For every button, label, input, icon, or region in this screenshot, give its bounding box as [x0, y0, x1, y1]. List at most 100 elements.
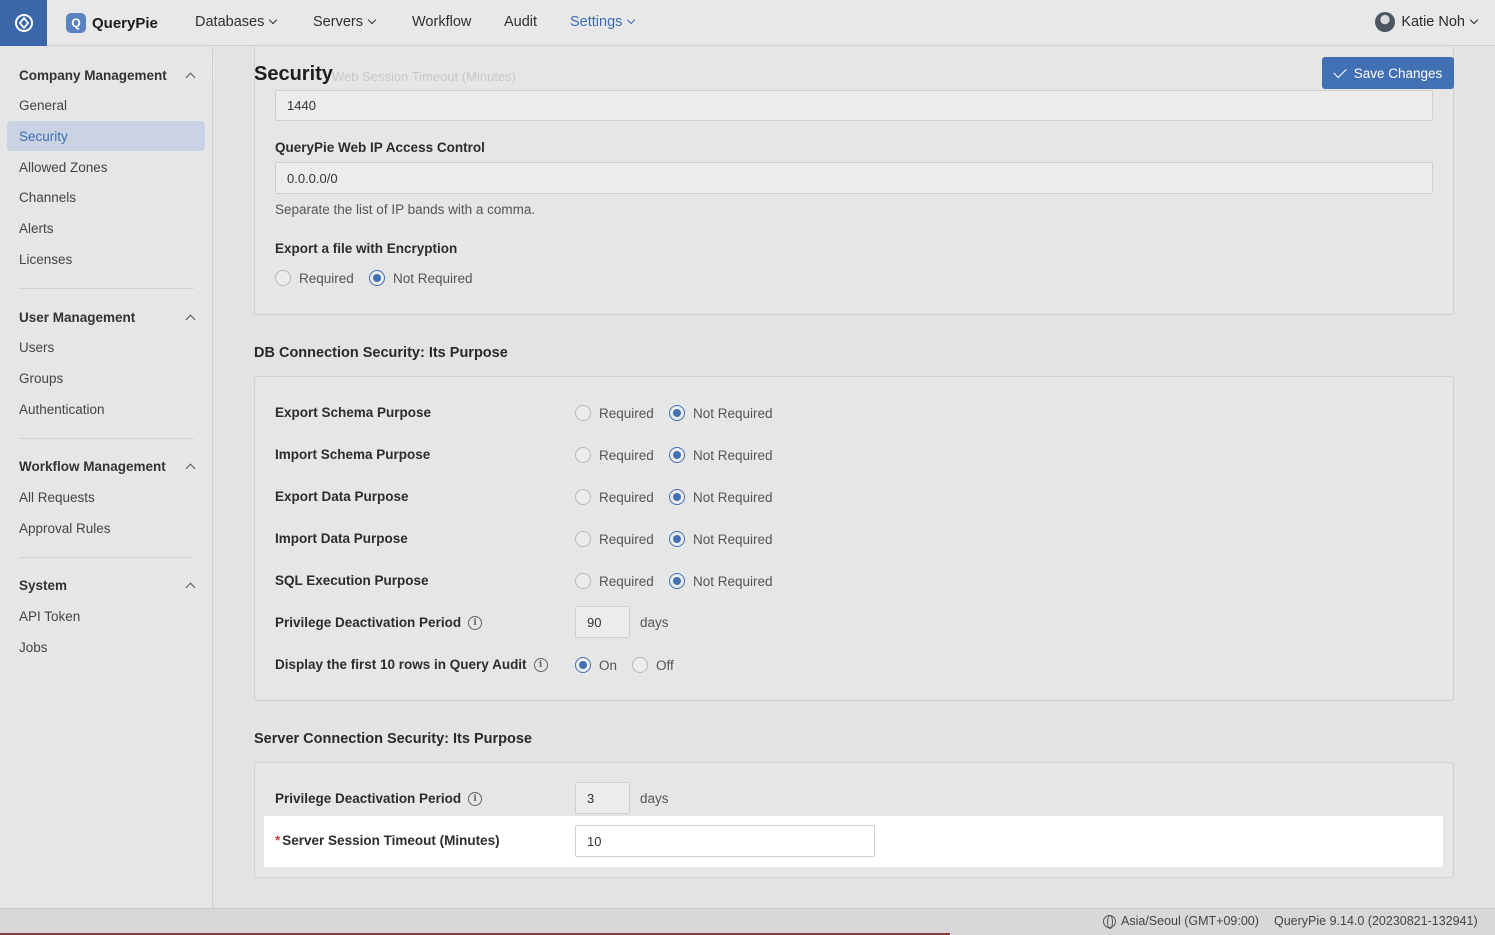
sql-execution-label: SQL Execution Purpose	[275, 573, 429, 588]
chevron-down-icon	[367, 15, 377, 25]
radio-checked-icon	[669, 531, 685, 547]
radio-checked-icon	[669, 489, 685, 505]
sidebar-item-licenses[interactable]: Licenses	[7, 244, 205, 274]
radio-label: Required	[599, 447, 654, 463]
sidebar-section-company[interactable]: Company Management	[19, 68, 196, 83]
ip-access-input[interactable]: 0.0.0.0/0	[275, 162, 1433, 194]
radio-label: Required	[599, 573, 654, 589]
check-icon	[1333, 64, 1347, 78]
querypie-logo-icon: Q	[66, 13, 86, 33]
radio-label: Required	[599, 531, 654, 547]
export-schema-not-required-radio[interactable]: Not Required	[669, 405, 773, 421]
import-data-required-radio[interactable]: Required	[575, 531, 654, 547]
sidebar-item-allowed-zones[interactable]: Allowed Zones	[7, 152, 205, 182]
chevron-down-icon	[269, 15, 278, 25]
radio-label: Not Required	[693, 447, 773, 463]
sidebar-divider	[19, 288, 194, 289]
ip-access-help: Separate the list of IP bands with a com…	[275, 202, 536, 217]
version-text: QueryPie 9.14.0 (20230821-132941)	[1274, 914, 1478, 928]
display-rows-text: Display the first 10 rows in Query Audit	[275, 657, 527, 672]
server-privilege-period-unit: days	[640, 791, 669, 806]
avatar	[1375, 12, 1396, 32]
import-data-label: Import Data Purpose	[275, 531, 408, 546]
required-marker: * Server Session Timeout (Minutes)	[275, 833, 500, 848]
sidebar-section-title: System	[19, 578, 68, 593]
export-schema-required-radio[interactable]: Required	[575, 405, 654, 421]
server-session-timeout-input[interactable]: 10	[575, 825, 875, 857]
sidebar-item-api-token[interactable]: API Token	[7, 601, 205, 631]
sidebar-item-approval-rules[interactable]: Approval Rules	[7, 513, 205, 543]
radio-label: Not Required	[693, 405, 773, 421]
radio-unchecked-icon	[575, 447, 591, 463]
chevron-up-icon	[185, 314, 196, 325]
sidebar-item-security[interactable]: Security	[7, 121, 205, 151]
sidebar-item-general[interactable]: General	[7, 90, 205, 120]
server-privilege-period-text: Privilege Deactivation Period	[275, 791, 462, 806]
radio-label: Required	[599, 489, 654, 505]
sidebar-item-authentication[interactable]: Authentication	[7, 394, 205, 424]
sidebar-section-workflow[interactable]: Workflow Management	[19, 459, 196, 474]
user-menu[interactable]: Katie Noh	[1375, 12, 1479, 32]
sidebar: Company Management General Security Allo…	[0, 47, 213, 908]
radio-label: Not Required	[693, 573, 773, 589]
sidebar-item-channels[interactable]: Channels	[7, 182, 205, 212]
chevron-up-icon	[185, 463, 196, 474]
globe-icon	[1103, 914, 1116, 929]
nav-workflow[interactable]: Workflow	[412, 14, 471, 30]
nav-settings[interactable]: Settings	[570, 14, 636, 30]
export-data-required-radio[interactable]: Required	[575, 489, 654, 505]
chevron-down-icon	[627, 15, 636, 25]
server-privilege-period-label: Privilege Deactivation Period i	[275, 791, 483, 806]
nav-servers[interactable]: Servers	[313, 14, 377, 30]
brand[interactable]: Q QueryPie	[66, 12, 158, 34]
radio-unchecked-icon	[275, 270, 291, 286]
info-icon[interactable]: i	[468, 615, 483, 630]
db-privilege-period-unit: days	[640, 615, 669, 630]
server-session-timeout-text: Server Session Timeout (Minutes)	[282, 833, 500, 848]
import-data-not-required-radio[interactable]: Not Required	[669, 531, 773, 547]
nav-databases[interactable]: Databases	[195, 14, 278, 30]
sidebar-section-system[interactable]: System	[19, 578, 196, 593]
display-rows-on-radio[interactable]: On	[575, 657, 617, 673]
sidebar-section-user[interactable]: User Management	[19, 310, 196, 325]
import-schema-required-radio[interactable]: Required	[575, 447, 654, 463]
home-button[interactable]	[0, 0, 47, 46]
radio-label: On	[599, 657, 618, 673]
nav-databases-label: Databases	[195, 14, 265, 30]
nav-workflow-label: Workflow	[412, 14, 472, 30]
info-icon[interactable]: i	[533, 657, 548, 672]
export-data-label: Export Data Purpose	[275, 489, 409, 504]
server-privilege-period-input[interactable]: 3	[575, 782, 630, 814]
sidebar-item-jobs[interactable]: Jobs	[7, 632, 205, 662]
export-encryption-not-required-radio[interactable]: Not Required	[369, 270, 473, 286]
sql-execution-required-radio[interactable]: Required	[575, 573, 654, 589]
import-schema-label: Import Schema Purpose	[275, 447, 431, 462]
sidebar-item-users[interactable]: Users	[7, 332, 205, 362]
sidebar-item-alerts[interactable]: Alerts	[7, 213, 205, 243]
save-changes-button[interactable]: Save Changes	[1322, 57, 1454, 89]
radio-checked-icon	[369, 270, 385, 286]
export-encryption-required-radio[interactable]: Required	[275, 270, 354, 286]
nav-audit[interactable]: Audit	[504, 14, 537, 30]
nav-audit-label: Audit	[504, 14, 538, 30]
brand-name: QueryPie	[92, 14, 158, 32]
display-rows-off-radio[interactable]: Off	[632, 657, 674, 673]
export-data-not-required-radio[interactable]: Not Required	[669, 489, 773, 505]
ip-access-label: QueryPie Web IP Access Control	[275, 140, 485, 155]
nav-servers-label: Servers	[313, 14, 363, 30]
sql-execution-not-required-radio[interactable]: Not Required	[669, 573, 773, 589]
web-session-timeout-input[interactable]: 1440	[275, 90, 1433, 121]
top-nav-bar: Q QueryPie Databases Servers Workflow Au…	[0, 0, 1495, 46]
timezone-indicator[interactable]: Asia/Seoul (GMT+09:00)	[1103, 914, 1259, 929]
sidebar-item-groups[interactable]: Groups	[7, 363, 205, 393]
db-privilege-period-input[interactable]: 90	[575, 606, 630, 638]
db-security-card	[254, 376, 1454, 701]
sidebar-divider	[19, 557, 194, 558]
radio-unchecked-icon	[575, 489, 591, 505]
sidebar-section-title: User Management	[19, 310, 136, 325]
radio-checked-icon	[669, 447, 685, 463]
import-schema-not-required-radio[interactable]: Not Required	[669, 447, 773, 463]
status-footer: Asia/Seoul (GMT+09:00) QueryPie 9.14.0 (…	[0, 908, 1495, 935]
sidebar-item-all-requests[interactable]: All Requests	[7, 482, 205, 512]
info-icon[interactable]: i	[468, 791, 483, 806]
